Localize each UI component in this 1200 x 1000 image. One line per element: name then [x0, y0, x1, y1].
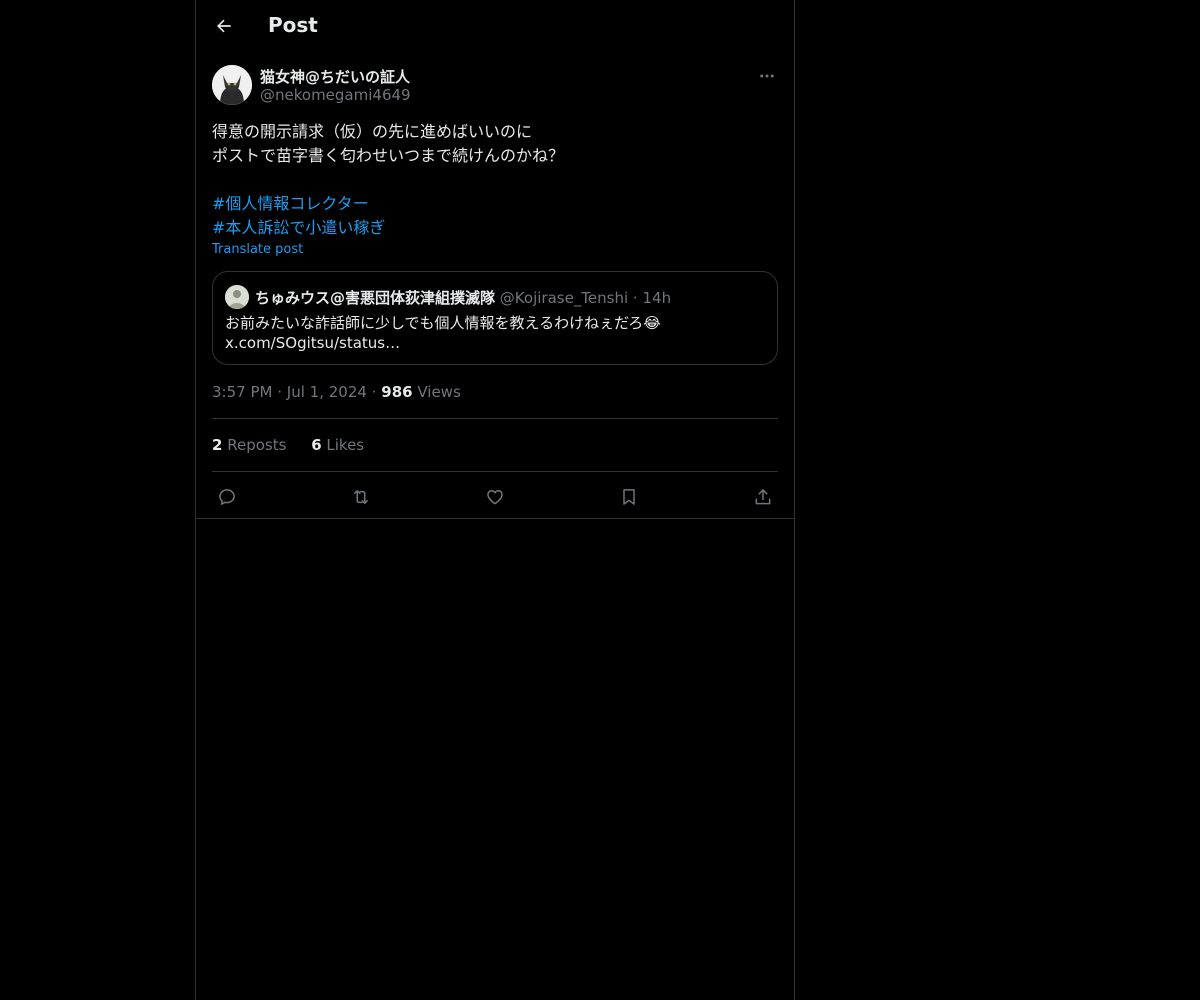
views-label: Views — [417, 383, 461, 401]
post-time[interactable]: 3:57 PM — [212, 383, 272, 401]
like-icon — [487, 490, 503, 505]
reply-button[interactable] — [212, 482, 242, 512]
share-button[interactable] — [748, 482, 778, 512]
post-meta: 3:57 PM · Jul 1, 2024 · 986 Views — [212, 383, 461, 401]
page-title: Post — [268, 13, 318, 37]
more-icon — [760, 74, 774, 78]
engagement-stats: 2 Reposts 6 Likes — [212, 436, 384, 454]
meta-separator: · — [277, 383, 283, 401]
quote-separator: · — [632, 289, 638, 307]
repost-icon — [354, 490, 368, 504]
share-icon — [755, 489, 771, 505]
post-header: Post — [196, 0, 794, 53]
more-button[interactable] — [756, 66, 778, 86]
back-button[interactable] — [206, 8, 242, 44]
quote-header: ちゅみウス@害悪団体荻津組撲滅隊 @Kojirase_Tenshi · 14h — [255, 287, 671, 308]
views-count: 986 — [381, 383, 413, 401]
action-bar — [212, 482, 778, 512]
back-arrow-icon — [216, 19, 231, 33]
text-gap — [212, 168, 778, 192]
post-text-line: 得意の開示請求（仮）の先に進めばいいのに — [212, 122, 533, 141]
author-name[interactable]: 猫女神@ちだいの証人 — [260, 66, 410, 87]
post-date[interactable]: Jul 1, 2024 — [287, 383, 367, 401]
reposts-count: 2 — [212, 436, 223, 454]
meta-separator: · — [371, 383, 377, 401]
cat-avatar-image — [212, 65, 252, 105]
reposts-label: Reposts — [227, 436, 287, 454]
quoted-post[interactable]: ちゅみウス@害悪団体荻津組撲滅隊 @Kojirase_Tenshi · 14h … — [212, 271, 778, 365]
likes-stat[interactable]: 6 Likes — [311, 436, 364, 454]
quote-avatar-image — [225, 285, 249, 309]
likes-count: 6 — [311, 436, 322, 454]
divider — [212, 471, 778, 472]
translate-post-link[interactable]: Translate post — [212, 242, 303, 257]
post-text-line: ポストで苗字書く匂わせいつまで続けんのかね？ — [212, 146, 565, 165]
repost-button[interactable] — [346, 482, 376, 512]
divider — [212, 418, 778, 419]
bookmark-icon — [623, 489, 635, 505]
author-handle[interactable]: @nekomegami4649 — [260, 86, 411, 104]
bookmark-button[interactable] — [614, 482, 644, 512]
reposts-stat[interactable]: 2 Reposts — [212, 436, 286, 454]
quote-text-line: お前みたいな詐話師に少しでも個人情報を教えるわけねぇだろ😂 — [225, 314, 661, 332]
quote-link-text: x.com/SOgitsu/status… — [225, 334, 401, 352]
quote-time: 14h — [642, 289, 672, 307]
author-avatar[interactable] — [212, 65, 252, 105]
like-button[interactable] — [480, 482, 510, 512]
quote-author-avatar — [225, 285, 249, 309]
quote-text: お前みたいな詐話師に少しでも個人情報を教えるわけねぇだろ😂 x.com/SOgi… — [225, 313, 765, 353]
reply-icon — [219, 489, 235, 505]
primary-column: Post 猫女神@ちだいの証人 @nekomegami4649 得意の開示請求（… — [195, 0, 795, 1000]
post-text: 得意の開示請求（仮）の先に進めばいいのに ポストで苗字書く匂わせいつまで続けんの… — [212, 120, 778, 240]
hashtag-link[interactable]: #本人訴訟で小遣い稼ぎ — [212, 216, 778, 240]
hashtag-link[interactable]: #個人情報コレクター — [212, 192, 778, 216]
quote-author-handle: @Kojirase_Tenshi — [499, 289, 629, 307]
divider — [196, 518, 794, 519]
likes-label: Likes — [326, 436, 365, 454]
quote-author-name: ちゅみウス@害悪団体荻津組撲滅隊 — [255, 289, 496, 307]
